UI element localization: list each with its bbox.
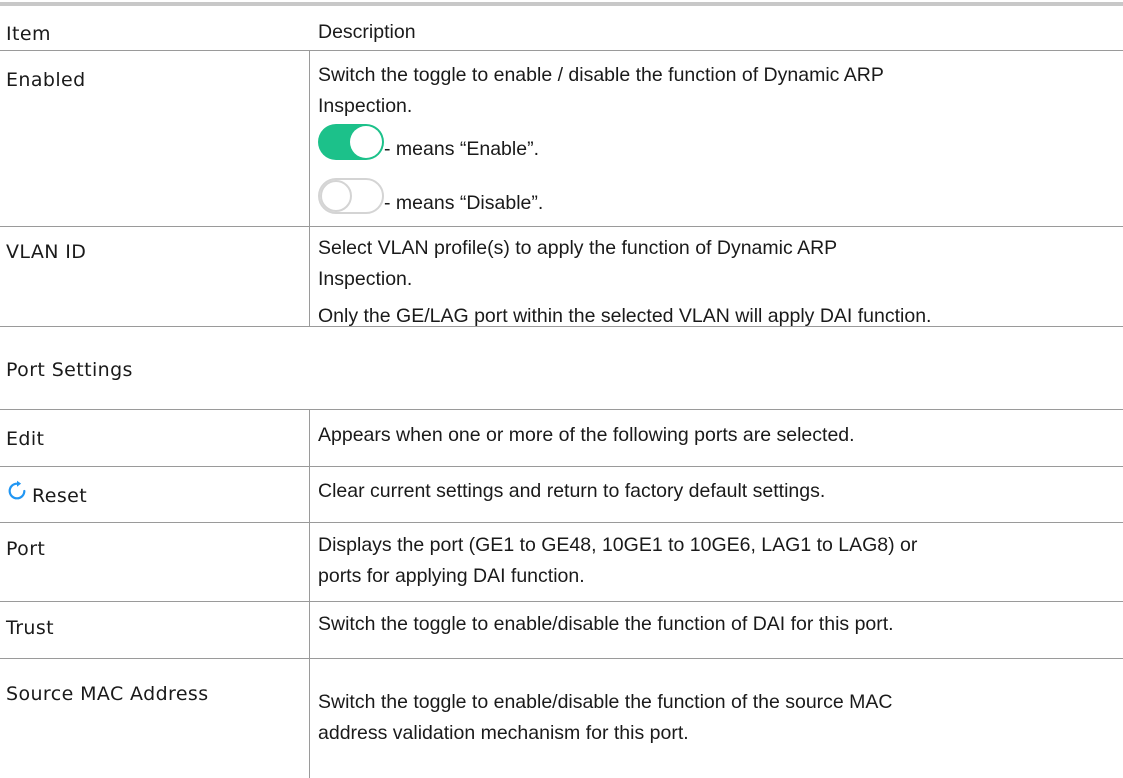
divider	[0, 601, 1123, 602]
source-mac-description: Switch the toggle to enable/disable the …	[318, 687, 1118, 749]
column-divider	[309, 50, 310, 326]
enabled-description: Switch the toggle to enable / disable th…	[318, 60, 1118, 122]
source-mac-line2: address validation mechanism for this po…	[318, 722, 689, 744]
enabled-off-example: - means “Disable”.	[318, 178, 543, 218]
enabled-on-example: - means “Enable”.	[318, 124, 539, 164]
port-settings-label: Port Settings	[6, 359, 133, 381]
reset-label: Reset	[32, 485, 88, 507]
enabled-off-text: - means “Disable”.	[384, 191, 544, 214]
reset-description: Clear current settings and return to fac…	[318, 480, 826, 502]
enabled-on-text: - means “Enable”.	[384, 137, 539, 160]
trust-item: Trust	[6, 617, 55, 639]
edit-item: Edit	[6, 428, 45, 450]
toggle-on-icon	[318, 124, 384, 160]
divider	[0, 326, 1123, 327]
divider	[0, 50, 1123, 51]
vlan-item: VLAN ID	[6, 241, 87, 263]
header-item: Item	[6, 23, 51, 45]
enabled-item: Enabled	[6, 69, 86, 91]
divider	[0, 522, 1123, 523]
port-line2: ports for applying DAI function.	[318, 565, 585, 587]
divider	[0, 658, 1123, 659]
port-description: Displays the port (GE1 to GE48, 10GE1 to…	[318, 530, 1118, 592]
edit-description: Appears when one or more of the followin…	[318, 424, 855, 446]
trust-description: Switch the toggle to enable/disable the …	[318, 613, 894, 635]
toggle-knob	[320, 180, 352, 212]
toggle-knob	[350, 126, 382, 158]
enabled-line1: Switch the toggle to enable / disable th…	[318, 64, 884, 86]
divider	[0, 466, 1123, 467]
source-mac-item: Source MAC Address	[6, 683, 209, 705]
header-description: Description	[318, 21, 416, 43]
vlan-line1: Select VLAN profile(s) to apply the func…	[318, 237, 838, 259]
refresh-icon	[8, 480, 26, 500]
port-item: Port	[6, 538, 46, 560]
reset-item: Reset	[6, 478, 87, 507]
divider	[0, 409, 1123, 410]
divider	[0, 226, 1123, 227]
source-mac-line1: Switch the toggle to enable/disable the …	[318, 691, 893, 713]
port-line1: Displays the port (GE1 to GE48, 10GE1 to…	[318, 534, 918, 556]
top-rule	[0, 2, 1123, 6]
vlan-description: Select VLAN profile(s) to apply the func…	[318, 233, 1118, 332]
vlan-line2: Inspection.	[318, 268, 413, 290]
column-divider	[309, 409, 310, 778]
enabled-line2: Inspection.	[318, 95, 413, 117]
toggle-off-icon	[318, 178, 384, 214]
vlan-line3: Only the GE/LAG port within the selected…	[318, 305, 932, 327]
